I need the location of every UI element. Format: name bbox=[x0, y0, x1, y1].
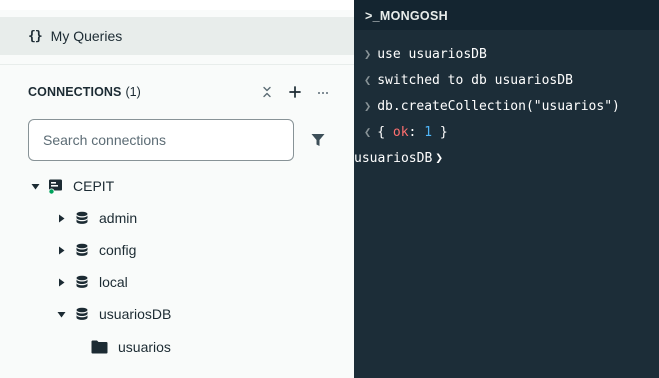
shell-output-line: ❮ { ok: 1 } bbox=[364, 122, 448, 142]
database-icon bbox=[74, 210, 90, 226]
folder-icon bbox=[90, 339, 108, 355]
json-open-brace: { bbox=[377, 124, 393, 140]
caret-right-icon[interactable] bbox=[56, 245, 66, 255]
shell-input-line: ❯ db.createCollection("usuarios") bbox=[364, 96, 620, 116]
connections-title: CONNECTIONS bbox=[28, 85, 122, 99]
output-chevron-icon: ❮ bbox=[364, 73, 372, 87]
database-label: admin bbox=[99, 210, 138, 226]
connections-count: (1) bbox=[125, 85, 141, 99]
tree-database-admin[interactable]: admin bbox=[56, 202, 137, 234]
search-connections-input[interactable] bbox=[28, 119, 294, 161]
my-queries-nav-item[interactable]: {} My Queries bbox=[0, 17, 354, 55]
database-icon bbox=[74, 306, 90, 322]
sidebar: {} My Queries CONNECTIONS (1) Search con… bbox=[0, 0, 354, 378]
connection-server-icon bbox=[48, 178, 64, 194]
shell-input-line: ❯ use usuariosDB bbox=[364, 44, 487, 64]
sidebar-top-strip bbox=[0, 0, 354, 10]
mongosh-shell[interactable]: >_MONGOSH ❯ use usuariosDB ❮ switched to d… bbox=[354, 0, 659, 378]
more-options-icon[interactable] bbox=[316, 85, 330, 99]
braces-icon: {} bbox=[28, 28, 43, 44]
prompt-chevron-icon: ❯ bbox=[435, 150, 444, 166]
database-label: usuariosDB bbox=[99, 306, 172, 322]
shell-header[interactable]: >_MONGOSH bbox=[354, 0, 659, 30]
tree-database-config[interactable]: config bbox=[56, 234, 136, 266]
shell-line-text: use usuariosDB bbox=[377, 46, 487, 62]
caret-down-icon[interactable] bbox=[30, 181, 40, 191]
collapse-all-icon[interactable] bbox=[260, 85, 274, 99]
database-icon bbox=[74, 274, 90, 290]
json-key: ok bbox=[392, 124, 409, 140]
shell-prompt[interactable]: usuariosDB ❯ bbox=[354, 148, 443, 168]
add-connection-icon[interactable] bbox=[288, 85, 302, 99]
tree-connection-cepit[interactable]: CEPIT bbox=[30, 170, 114, 202]
connections-actions bbox=[260, 83, 330, 101]
my-queries-label: My Queries bbox=[50, 28, 123, 44]
input-chevron-icon: ❯ bbox=[364, 47, 372, 61]
connection-label: CEPIT bbox=[73, 178, 115, 194]
tree-collection-usuarios[interactable]: usuarios bbox=[90, 331, 171, 363]
caret-right-icon[interactable] bbox=[56, 213, 66, 223]
collection-label: usuarios bbox=[118, 339, 171, 355]
tree-database-usuariosdb[interactable]: usuariosDB bbox=[56, 298, 171, 330]
json-colon: : bbox=[408, 124, 425, 140]
filter-icon[interactable] bbox=[310, 132, 326, 148]
database-icon bbox=[74, 242, 90, 258]
caret-down-icon[interactable] bbox=[56, 309, 66, 319]
caret-right-icon[interactable] bbox=[56, 277, 66, 287]
json-close-brace: } bbox=[432, 124, 448, 140]
tree-database-local[interactable]: local bbox=[56, 266, 128, 298]
database-label: local bbox=[99, 274, 128, 290]
shell-line-text: switched to db usuariosDB bbox=[377, 72, 573, 88]
shell-title: >_MONGOSH bbox=[365, 9, 448, 23]
sidebar-divider bbox=[0, 64, 354, 65]
connections-header: CONNECTIONS (1) bbox=[28, 83, 334, 101]
json-number: 1 bbox=[424, 124, 433, 140]
input-chevron-icon: ❯ bbox=[364, 99, 372, 113]
shell-line-text: db.createCollection("usuarios") bbox=[377, 98, 620, 114]
shell-output-line: ❮ switched to db usuariosDB bbox=[364, 70, 573, 90]
prompt-db-name: usuariosDB bbox=[354, 150, 433, 166]
database-label: config bbox=[99, 242, 137, 258]
output-chevron-icon: ❮ bbox=[364, 125, 372, 139]
